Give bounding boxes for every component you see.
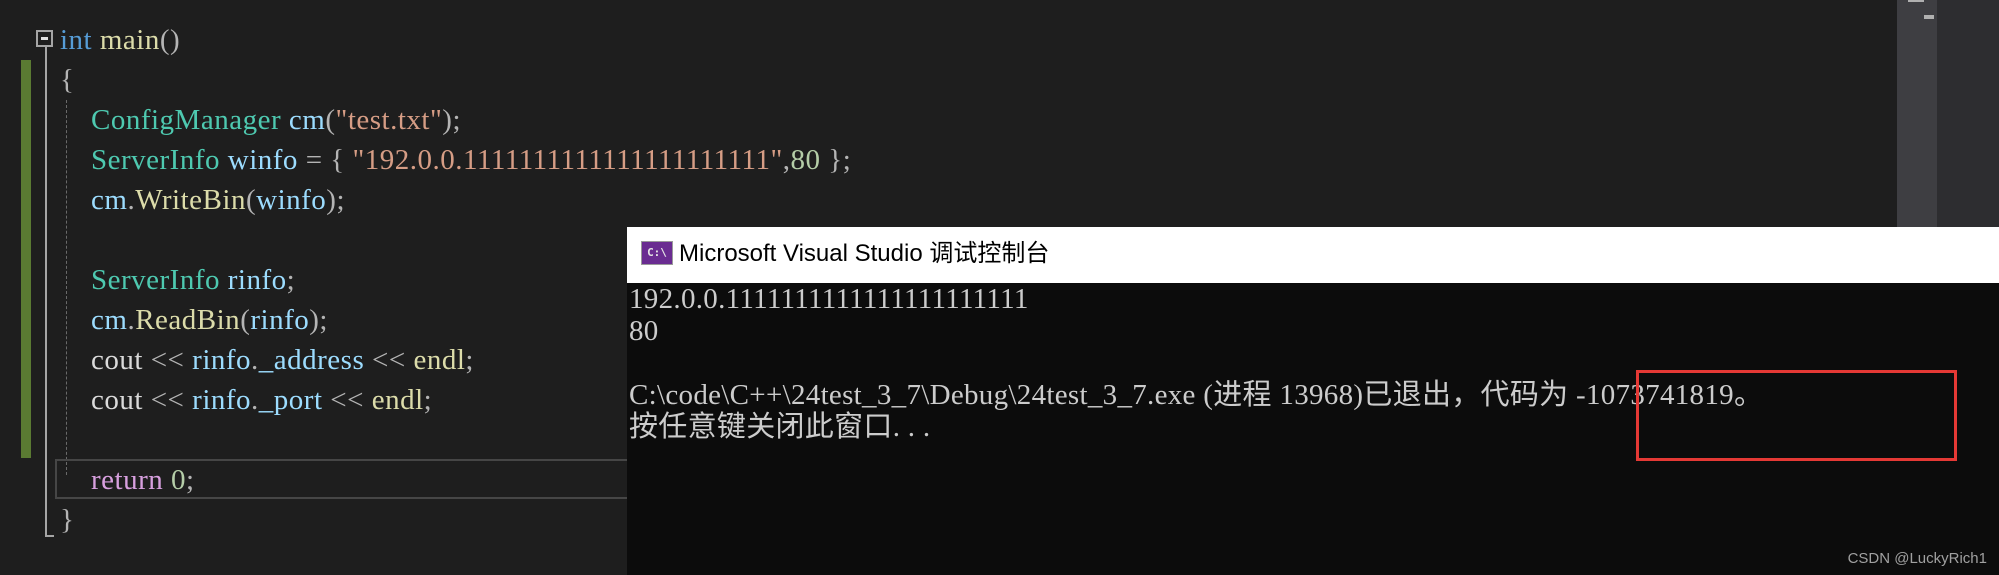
code-token: . (251, 344, 259, 376)
change-indicator-bar (21, 60, 31, 458)
code-line[interactable]: cm.ReadBin(rinfo); (60, 300, 328, 340)
code-token: WriteBin (135, 184, 246, 216)
code-line[interactable]: ServerInfo rinfo; (60, 260, 295, 300)
code-token: { (60, 64, 75, 96)
code-token: 0 (171, 464, 186, 496)
code-line[interactable]: } (60, 500, 74, 540)
code-token: << (142, 344, 193, 376)
code-token: cout (91, 344, 143, 376)
code-token: = { (297, 144, 353, 176)
code-token: << (364, 344, 414, 376)
code-token: cm (91, 184, 128, 216)
code-token: int (60, 24, 93, 56)
code-token: ; (186, 464, 195, 496)
code-token: rinfo (192, 344, 252, 376)
scrollbar-thumb[interactable] (1908, 0, 1924, 2)
code-token: cm (91, 304, 128, 336)
code-token: main (99, 24, 160, 56)
code-line[interactable]: ServerInfo winfo = { "192.0.0.1111111111… (60, 140, 851, 180)
code-line[interactable]: cout << rinfo._port << endl; (60, 380, 432, 420)
vertical-scrollbar[interactable] (1897, 0, 1937, 227)
code-line[interactable]: { (60, 60, 74, 100)
code-token: ; (423, 384, 433, 416)
code-token: rinfo (192, 384, 252, 416)
code-token: ServerInfo (91, 264, 221, 296)
code-token: _port (258, 384, 323, 416)
code-token: ( (245, 184, 257, 216)
code-token: winfo (256, 184, 327, 216)
code-token: "test.txt" (335, 104, 443, 136)
code-line[interactable]: return 0; (60, 460, 195, 500)
code-token: 80 (790, 144, 821, 176)
code-line[interactable]: cm.WriteBin(winfo); (60, 180, 345, 220)
scrollbar-caret-marker (1924, 15, 1934, 19)
code-token: . (251, 384, 259, 416)
code-token: return (91, 464, 164, 496)
code-token: winfo (227, 144, 298, 176)
right-panel (1937, 0, 1999, 227)
code-token: ); (442, 104, 462, 136)
exit-code-highlight-box (1636, 370, 1957, 461)
code-token: "192.0.0.1111111111111111111111" (352, 144, 783, 176)
console-exit-line: C:\code\C++\24test_3_7\Debug\24test_3_7.… (629, 379, 1764, 411)
watermark: CSDN @LuckyRich1 (1847, 550, 1987, 567)
code-token: ); (326, 184, 346, 216)
code-token: ReadBin (135, 304, 241, 336)
code-token: ServerInfo (91, 144, 221, 176)
code-token: ( (325, 104, 336, 136)
code-line[interactable]: int main() (60, 20, 180, 60)
code-token: () (159, 24, 181, 56)
code-token: rinfo (250, 304, 310, 336)
code-token: << (142, 384, 193, 416)
code-line[interactable]: ConfigManager cm("test.txt"); (60, 100, 461, 140)
code-token: endl (371, 384, 424, 416)
code-token: endl (413, 344, 466, 376)
console-line: 80 (629, 315, 659, 347)
code-token: ( (240, 304, 251, 336)
collapse-icon[interactable] (36, 30, 53, 47)
code-token: ; (286, 264, 296, 296)
code-token: << (322, 384, 372, 416)
fold-guide-line (45, 47, 47, 537)
console-title-bar[interactable]: C:\ Microsoft Visual Studio 调试控制台 (627, 227, 1999, 283)
code-token: _address (258, 344, 365, 376)
code-token: ); (309, 304, 328, 336)
code-token: ; (465, 344, 474, 376)
code-token: }; (820, 144, 852, 176)
console-line: 192.0.0.1111111111111111111111 (629, 283, 1029, 315)
code-line[interactable]: cout << rinfo._address << endl; (60, 340, 474, 380)
console-title: Microsoft Visual Studio 调试控制台 (679, 240, 1050, 267)
console-app-icon: C:\ (641, 241, 673, 265)
code-token: ConfigManager (91, 104, 282, 136)
console-prompt-line: 按任意键关闭此窗口. . . (629, 411, 931, 443)
code-token: } (60, 504, 75, 536)
fold-guide-end (45, 535, 54, 537)
code-token: cm (288, 104, 326, 136)
code-token: rinfo (227, 264, 287, 296)
code-token: , (782, 144, 791, 176)
code-token: cout (91, 384, 143, 416)
